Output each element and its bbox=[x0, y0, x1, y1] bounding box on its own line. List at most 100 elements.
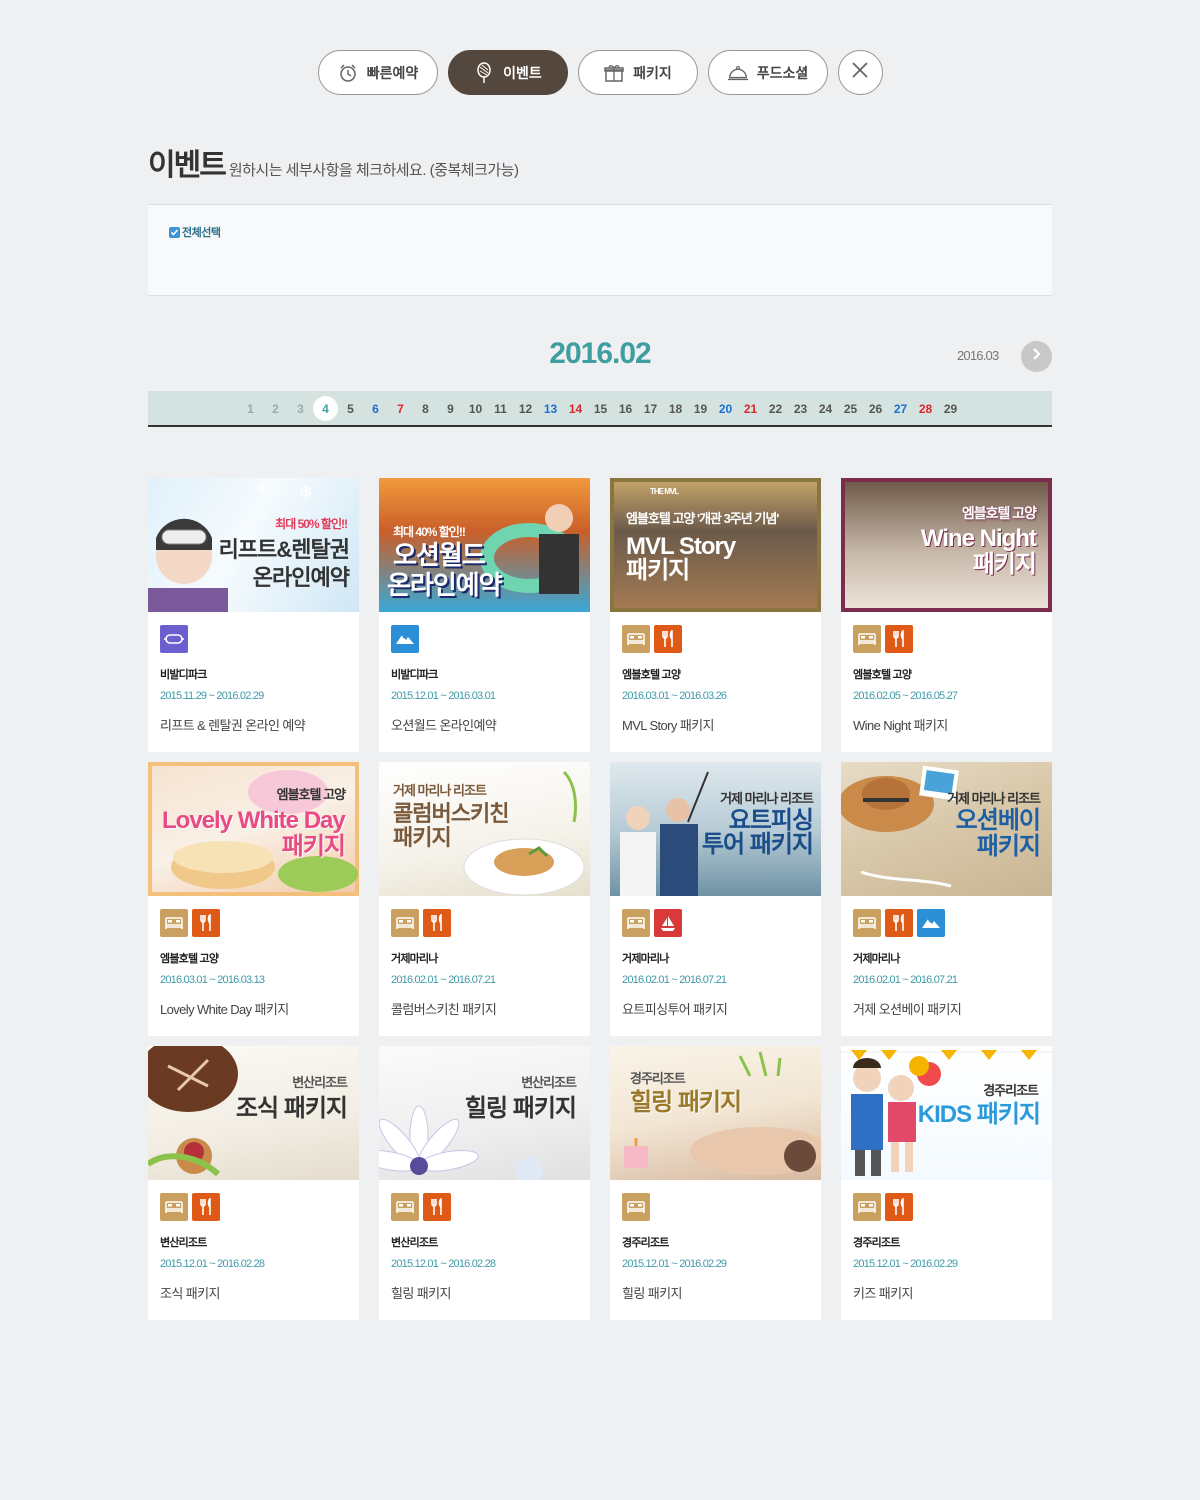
event-card[interactable]: 경주리조트 힐링 패키지 경주리조트 2015.12.01 ~ 2016.02.29 힐… bbox=[610, 1046, 821, 1320]
event-banner-image[interactable]: 거제 마리나 리조트 콜럼버스키친 패키지 bbox=[379, 762, 590, 896]
day-6[interactable]: 6 bbox=[363, 396, 388, 421]
day-26[interactable]: 26 bbox=[863, 396, 888, 421]
tab-event[interactable]: 이벤트 bbox=[447, 50, 568, 95]
event-banner-image[interactable]: 변산리조트 조식 패키지 bbox=[148, 1046, 359, 1180]
day-29[interactable]: 29 bbox=[938, 396, 963, 421]
banner-text: MVL Story bbox=[626, 533, 736, 560]
event-card[interactable]: 변산리조트 힐링 패키지 변산리조트 2015.12.01 ~ 2016.02.28 힐… bbox=[379, 1046, 590, 1320]
tab-package[interactable]: 패키지 bbox=[577, 50, 698, 95]
event-title[interactable]: 리프트 & 렌탈권 온라인 예약 bbox=[160, 715, 306, 734]
day-11[interactable]: 11 bbox=[488, 396, 513, 421]
event-title[interactable]: 힐링 패키지 bbox=[622, 1283, 682, 1302]
event-place: 경주리조트 bbox=[853, 1237, 900, 1249]
event-date: 2016.02.01 ~ 2016.07.21 bbox=[853, 974, 958, 986]
event-banner-image[interactable]: 엠블호텔 고양 Wine Night 패키지 bbox=[841, 478, 1052, 612]
fork-knife-icon bbox=[423, 1193, 451, 1221]
event-banner-image[interactable]: 거제 마리나 리조트 요트피싱 투어 패키지 bbox=[610, 762, 821, 896]
event-card[interactable]: 변산리조트 조식 패키지 변산리조트 2015.12.01 ~ 2016.02.28 조… bbox=[148, 1046, 359, 1320]
close-button[interactable] bbox=[837, 50, 883, 95]
event-banner-image[interactable]: 최대 40% 할인!! 오션월드 온라인예약 bbox=[379, 478, 590, 612]
event-banner-image[interactable]: THE MVL 엠블호텔 고양 '개관 3주년 기념' MVL Story 패키지 bbox=[610, 478, 821, 612]
event-banner-image[interactable]: 경주리조트 힐링 패키지 bbox=[610, 1046, 821, 1180]
bed-icon bbox=[622, 1193, 650, 1221]
banner-text: 거제 마리나 리조트 bbox=[393, 783, 487, 798]
event-card[interactable]: 거제 마리나 리조트 콜럼버스키친 패키지 거제마리나 2016.02.01 ~ 201… bbox=[379, 762, 590, 1036]
event-place: 엠블호텔 고양 bbox=[853, 669, 912, 681]
bed-icon bbox=[622, 909, 650, 937]
event-banner-image[interactable]: ❄ ❄ ❄ 최대 50% 할인!! 리프트&렌탈권 온라인예약 bbox=[148, 478, 359, 612]
event-title[interactable]: MVL Story 패키지 bbox=[622, 715, 715, 734]
event-title[interactable]: 조식 패키지 bbox=[160, 1283, 220, 1302]
facility-icons bbox=[160, 909, 220, 937]
day-23[interactable]: 23 bbox=[788, 396, 813, 421]
day-28[interactable]: 28 bbox=[913, 396, 938, 421]
day-2[interactable]: 2 bbox=[263, 396, 288, 421]
day-17[interactable]: 17 bbox=[638, 396, 663, 421]
event-title[interactable]: 거제 오션베이 패키지 bbox=[853, 999, 962, 1018]
event-title[interactable]: 요트피싱투어 패키지 bbox=[622, 999, 728, 1018]
event-banner-image[interactable]: 경주리조트 KIDS 패키지 bbox=[841, 1046, 1052, 1180]
event-title[interactable]: Lovely White Day 패키지 bbox=[160, 999, 289, 1018]
next-month-button[interactable] bbox=[1021, 341, 1052, 372]
event-card[interactable]: THE MVL 엠블호텔 고양 '개관 3주년 기념' MVL Story 패키지 엠블… bbox=[610, 478, 821, 752]
bed-icon bbox=[622, 625, 650, 653]
fork-knife-icon bbox=[192, 1193, 220, 1221]
event-date: 2015.11.29 ~ 2016.02.29 bbox=[160, 690, 264, 702]
event-title[interactable]: 힐링 패키지 bbox=[391, 1283, 451, 1302]
gift-box-icon bbox=[603, 62, 625, 84]
event-banner-image[interactable]: 거제 마리나 리조트 오션베이 패키지 bbox=[841, 762, 1052, 896]
banner-text: 변산리조트 bbox=[292, 1075, 348, 1090]
event-title[interactable]: 콜럼버스키친 패키지 bbox=[391, 999, 497, 1018]
day-25[interactable]: 25 bbox=[838, 396, 863, 421]
day-3[interactable]: 3 bbox=[288, 396, 313, 421]
event-card[interactable]: 엠블호텔 고양 Wine Night 패키지 엠블호텔 고양 2016.02.05 ~ … bbox=[841, 478, 1052, 752]
day-10[interactable]: 10 bbox=[463, 396, 488, 421]
food-cloche-icon bbox=[727, 62, 749, 84]
event-date: 2015.12.01 ~ 2016.02.29 bbox=[622, 1258, 727, 1270]
event-card[interactable]: 거제 마리나 리조트 요트피싱 투어 패키지 거제마리나 2016.02.01 ~ 20… bbox=[610, 762, 821, 1036]
event-place: 비발디파크 bbox=[160, 669, 207, 681]
day-7[interactable]: 7 bbox=[388, 396, 413, 421]
day-13[interactable]: 13 bbox=[538, 396, 563, 421]
event-card[interactable]: 경주리조트 KIDS 패키지경주리조트 2015.12.01 ~ 2016.02.2… bbox=[841, 1046, 1052, 1320]
event-date: 2015.12.01 ~ 2016.02.29 bbox=[853, 1258, 958, 1270]
event-title[interactable]: 키즈 패키지 bbox=[853, 1283, 913, 1302]
day-20[interactable]: 20 bbox=[713, 396, 738, 421]
day-12[interactable]: 12 bbox=[513, 396, 538, 421]
event-grid: ❄ ❄ ❄ 최대 50% 할인!! 리프트&렌탈권 온라인예약비발디파크 2015.11.2… bbox=[148, 478, 1052, 1320]
fork-knife-icon bbox=[885, 909, 913, 937]
day-22[interactable]: 22 bbox=[763, 396, 788, 421]
banner-text: THE MVL bbox=[650, 487, 679, 496]
facility-icons bbox=[160, 1193, 220, 1221]
day-16[interactable]: 16 bbox=[613, 396, 638, 421]
day-14[interactable]: 14 bbox=[563, 396, 588, 421]
event-place: 엠블호텔 고양 bbox=[160, 953, 219, 965]
select-all-checkbox[interactable]: 전체선택 bbox=[169, 224, 221, 240]
event-title[interactable]: Wine Night 패키지 bbox=[853, 715, 948, 734]
day-27[interactable]: 27 bbox=[888, 396, 913, 421]
tab-food-social[interactable]: 푸드소셜 bbox=[707, 50, 828, 95]
tab-quick-reservation[interactable]: 빠른예약 bbox=[317, 50, 438, 95]
day-21[interactable]: 21 bbox=[738, 396, 763, 421]
day-8[interactable]: 8 bbox=[413, 396, 438, 421]
day-24[interactable]: 24 bbox=[813, 396, 838, 421]
event-card[interactable]: ❄ ❄ ❄ 최대 50% 할인!! 리프트&렌탈권 온라인예약비발디파크 2015.11.2… bbox=[148, 478, 359, 752]
day-4[interactable]: 4 bbox=[313, 396, 338, 421]
day-5[interactable]: 5 bbox=[338, 396, 363, 421]
next-month-link[interactable]: 2016.03 bbox=[957, 348, 999, 363]
event-banner-image[interactable]: 변산리조트 힐링 패키지 bbox=[379, 1046, 590, 1180]
day-19[interactable]: 19 bbox=[688, 396, 713, 421]
event-card[interactable]: 최대 40% 할인!! 오션월드 온라인예약 비발디파크 2015.12.01 ~ 20… bbox=[379, 478, 590, 752]
event-banner-image[interactable]: 엠블호텔 고양 Lovely White Day 패키지 bbox=[148, 762, 359, 896]
event-card[interactable]: 엠블호텔 고양 Lovely White Day 패키지 엠블호텔 고양 2016.03… bbox=[148, 762, 359, 1036]
top-nav: 빠른예약 이벤트 패키지 푸드소셜 bbox=[0, 50, 1200, 95]
event-title[interactable]: 오션월드 온라인예약 bbox=[391, 715, 497, 734]
banner-text: 온라인예약 bbox=[252, 565, 350, 590]
day-18[interactable]: 18 bbox=[663, 396, 688, 421]
day-9[interactable]: 9 bbox=[438, 396, 463, 421]
day-1[interactable]: 1 bbox=[238, 396, 263, 421]
section-heading: 이벤트 원하시는 세부사항을 체크하세요. (중복체크가능) bbox=[148, 140, 519, 184]
event-card[interactable]: 거제 마리나 리조트 오션베이 패키지 거제마리나 2016.02.01 ~ 2016.… bbox=[841, 762, 1052, 1036]
tab-label: 푸드소셜 bbox=[756, 64, 809, 81]
day-15[interactable]: 15 bbox=[588, 396, 613, 421]
